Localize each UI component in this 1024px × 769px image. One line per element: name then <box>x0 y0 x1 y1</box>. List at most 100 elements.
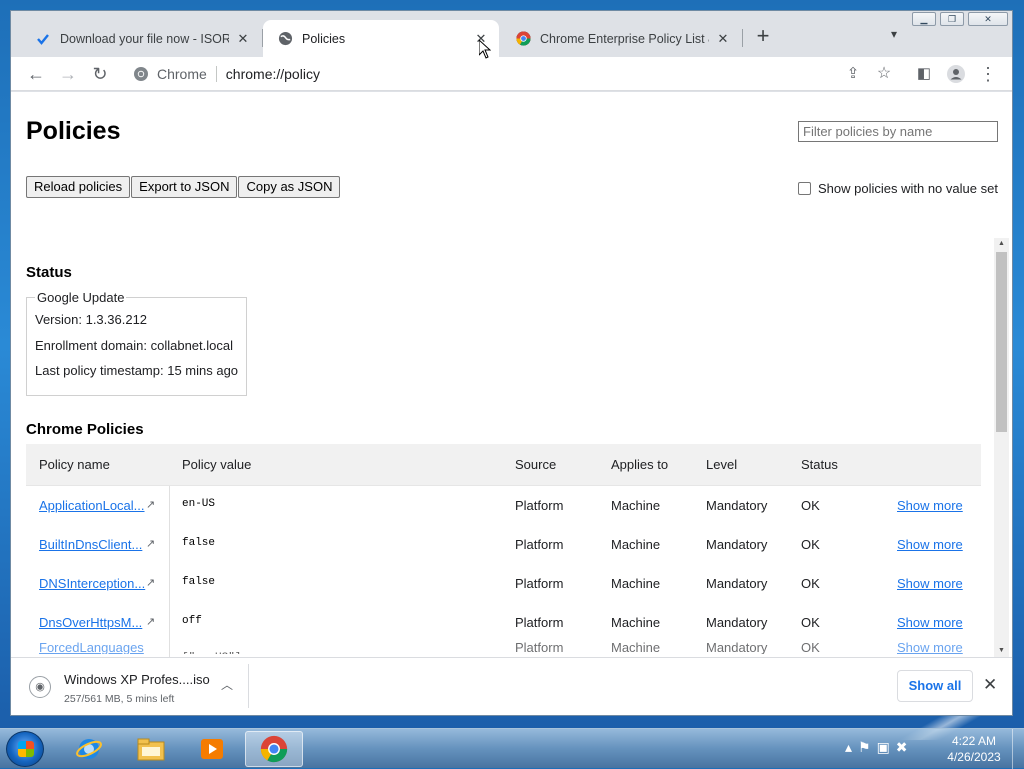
download-filename: Windows XP Profes....iso <box>64 672 210 687</box>
close-tab-icon[interactable]: ✕ <box>715 31 731 47</box>
clock-date: 4/26/2023 <box>947 750 1001 764</box>
policy-page: Policies Reload policies Export to JSON … <box>11 92 1012 657</box>
clock-time: 4:22 AM <box>951 734 997 748</box>
policy-table: Policy name Policy value Source Applies … <box>26 444 981 657</box>
tab-download[interactable]: Download your file now - ISORIV ✕ <box>21 20 261 57</box>
policy-applies-to: Machine <box>611 615 661 630</box>
download-item[interactable]: ◉ Windows XP Profes....iso 257/561 MB, 5… <box>19 664 249 708</box>
show-more-link[interactable]: Show more <box>897 525 963 564</box>
close-shelf-icon[interactable]: ✕ <box>983 675 997 695</box>
copy-json-button[interactable]: Copy as JSON <box>238 176 341 198</box>
policy-name-link[interactable]: ApplicationLocal... <box>39 486 145 525</box>
show-unset-policies-checkbox[interactable]: Show policies with no value set <box>798 181 998 196</box>
policy-name-link[interactable]: ForcedLanguages <box>39 642 144 654</box>
policy-status: OK <box>801 576 820 591</box>
show-all-button[interactable]: Show all <box>897 670 973 702</box>
table-row: ForcedLanguages ["en-US"] Platform Machi… <box>26 642 981 654</box>
tab-title: Download your file now - ISORIV <box>60 31 229 46</box>
header-policy-name: Policy name <box>39 457 110 472</box>
policy-value: en-US <box>182 498 216 510</box>
scroll-thumb[interactable] <box>996 252 1007 432</box>
header-status: Status <box>801 457 838 472</box>
tab-separator <box>742 29 743 47</box>
share-icon[interactable]: ⇪ <box>841 62 865 86</box>
taskbar-explorer-icon[interactable] <box>122 731 180 767</box>
taskbar-chrome-icon[interactable] <box>245 731 303 767</box>
tab-chrome-enterprise[interactable]: Chrome Enterprise Policy List & M ✕ <box>501 20 741 57</box>
show-more-link[interactable]: Show more <box>897 564 963 603</box>
omnibox-divider <box>215 66 217 82</box>
policy-value: false <box>182 537 216 549</box>
download-shelf: ◉ Windows XP Profes....iso 257/561 MB, 5… <box>11 657 1012 715</box>
checkbox-box[interactable] <box>798 182 811 195</box>
policy-applies-to: Machine <box>611 498 661 513</box>
omnibox-url[interactable]: chrome://policy <box>226 66 320 82</box>
external-link-icon[interactable]: ↗ <box>146 603 155 642</box>
policy-level: Mandatory <box>706 615 768 630</box>
policy-status: OK <box>801 537 820 552</box>
status-box-legend: Google Update <box>35 290 127 305</box>
policy-source: Platform <box>515 615 564 630</box>
external-link-icon[interactable]: ↗ <box>146 486 155 525</box>
back-arrow-icon[interactable]: ← <box>24 62 48 86</box>
tab-title: Policies <box>302 31 346 46</box>
policy-level: Mandatory <box>706 576 768 591</box>
external-link-icon[interactable]: ↗ <box>146 564 155 603</box>
status-last-timestamp: Last policy timestamp: 15 mins ago <box>35 363 239 378</box>
tab-search-chevron-icon[interactable]: ▾ <box>884 27 904 47</box>
bookmark-star-icon[interactable]: ☆ <box>872 62 896 86</box>
policy-value: ["en-US"] <box>182 642 241 654</box>
chevron-up-icon[interactable]: ︿ <box>221 676 233 693</box>
show-desktop-button[interactable] <box>1012 729 1024 769</box>
policy-status: OK <box>801 498 820 513</box>
policy-source: Platform <box>515 537 564 552</box>
minimize-button[interactable]: ▁ <box>912 12 936 26</box>
filter-policies-input[interactable] <box>798 121 998 142</box>
profile-avatar-icon[interactable] <box>944 62 968 86</box>
policy-applies-to: Machine <box>611 642 661 654</box>
windows-logo-icon <box>18 741 34 757</box>
taskbar-ie-icon[interactable] <box>60 731 118 767</box>
taskbar-media-player-icon[interactable] <box>183 731 241 767</box>
system-tray-icons[interactable]: ▴⚑▣✖ <box>845 739 914 756</box>
status-version: Version: 1.3.36.212 <box>35 312 148 327</box>
reload-policies-button[interactable]: Reload policies <box>26 176 131 198</box>
policy-name-link[interactable]: DnsOverHttpsM... <box>39 603 142 642</box>
menu-kebab-icon[interactable]: ⋮ <box>976 62 1000 86</box>
scroll-down-arrow-icon[interactable]: ▼ <box>994 645 1009 657</box>
export-json-button[interactable]: Export to JSON <box>131 176 238 198</box>
tab-policies[interactable]: Policies ✕ <box>263 20 499 57</box>
new-tab-button[interactable]: + <box>751 25 775 49</box>
policy-name-link[interactable]: DNSInterception... <box>39 564 145 603</box>
status-heading: Status <box>26 264 72 281</box>
taskbar-clock[interactable]: 4:22 AM 4/26/2023 <box>944 733 1004 765</box>
maximize-button[interactable]: ❐ <box>940 12 964 26</box>
download-progress-text: 257/561 MB, 5 mins left <box>64 693 175 705</box>
policy-value: off <box>182 615 202 627</box>
chrome-window: Download your file now - ISORIV ✕ Polici… <box>10 10 1013 716</box>
address-bar[interactable]: Chrome chrome://policy <box>123 60 859 88</box>
forward-arrow-icon[interactable]: → <box>56 62 80 86</box>
policy-name-link[interactable]: BuiltInDnsClient... <box>39 525 142 564</box>
policy-level: Mandatory <box>706 498 768 513</box>
header-level: Level <box>706 457 738 472</box>
header-source: Source <box>515 457 557 472</box>
header-applies-to: Applies to <box>611 457 669 472</box>
scroll-up-arrow-icon[interactable]: ▲ <box>994 238 1009 250</box>
tab-strip: Download your file now - ISORIV ✕ Polici… <box>11 11 1012 57</box>
show-more-link[interactable]: Show more <box>897 486 963 525</box>
show-more-link[interactable]: Show more <box>897 603 963 642</box>
reload-icon[interactable]: ↻ <box>88 62 112 86</box>
disc-file-icon: ◉ <box>29 676 51 698</box>
close-tab-icon[interactable]: ✕ <box>235 31 251 47</box>
policy-level: Mandatory <box>706 537 768 552</box>
start-button[interactable] <box>6 731 44 767</box>
show-more-link[interactable]: Show more <box>897 642 963 654</box>
external-link-icon[interactable]: ↗ <box>146 525 155 564</box>
status-box: Google Update Version: 1.3.36.212 Enroll… <box>26 290 247 396</box>
side-panel-icon[interactable]: ◧ <box>912 62 936 86</box>
header-policy-value: Policy value <box>182 457 252 472</box>
page-scrollbar[interactable]: ▲ ▼ <box>994 238 1009 657</box>
table-header: Policy name Policy value Source Applies … <box>26 444 981 486</box>
window-close-button[interactable]: ✕ <box>968 12 1008 26</box>
